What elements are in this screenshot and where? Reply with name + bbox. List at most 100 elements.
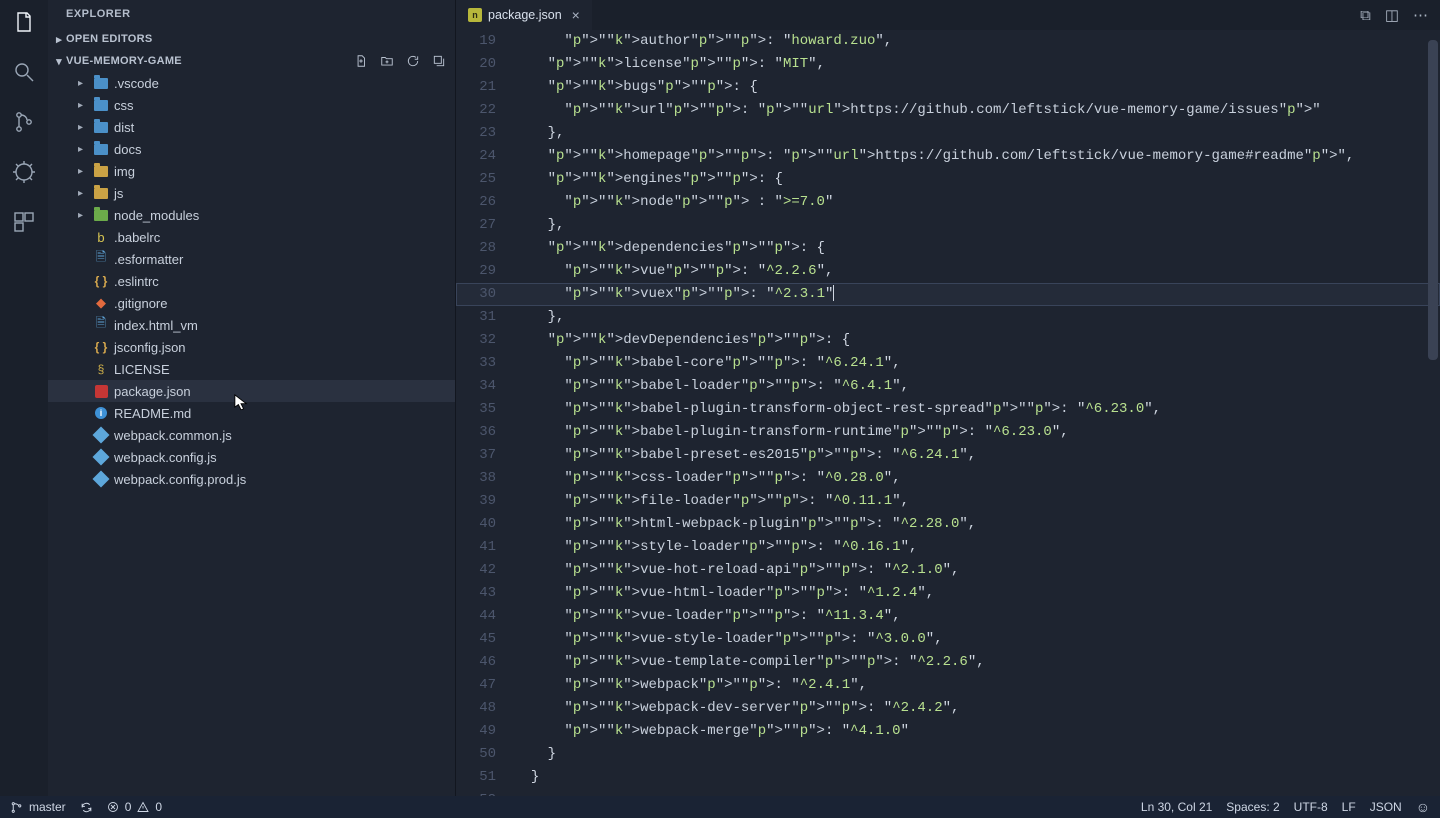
code-line[interactable]: 30 "p">""k">vuex"p">""p">: "^2.3.1" [456,283,1440,306]
problems[interactable]: 0 0 [107,800,162,814]
code-text: "p">""k">homepage"p">""p">: "p">""url">h… [514,145,1440,168]
tab-package-json[interactable]: n package.json × [456,0,592,30]
collapse-all-icon[interactable] [431,53,447,69]
code-line[interactable]: 27 }, [456,214,1440,237]
code-text: "p">""k">file-loader"p">""p">: "^0.11.1"… [514,490,1440,513]
minimap[interactable] [1424,30,1438,796]
code-line[interactable]: 22 "p">""k">url"p">""p">: "p">""url">htt… [456,99,1440,122]
line-number: 48 [456,697,514,720]
line-number: 31 [456,306,514,329]
refresh-icon[interactable] [405,53,421,69]
code-text: } [514,743,1440,766]
code-line[interactable]: 45 "p">""k">vue-style-loader"p">""p">: "… [456,628,1440,651]
indent[interactable]: Spaces: 2 [1226,800,1279,814]
json-icon: { } [92,340,110,354]
close-tab-icon[interactable]: × [572,7,580,23]
code-line[interactable]: 44 "p">""k">vue-loader"p">""p">: "^11.3.… [456,605,1440,628]
line-number: 41 [456,536,514,559]
line-number: 46 [456,651,514,674]
split-editor-icon[interactable]: ◫ [1385,6,1399,24]
folder-row[interactable]: ▸docs [48,138,455,160]
explorer-icon[interactable] [10,8,38,36]
code-line[interactable]: 47 "p">""k">webpack"p">""p">: "^2.4.1", [456,674,1440,697]
code-line[interactable]: 37 "p">""k">babel-preset-es2015"p">""p">… [456,444,1440,467]
code-line[interactable]: 21 "p">""k">bugs"p">""p">: { [456,76,1440,99]
code-line[interactable]: 49 "p">""k">webpack-merge"p">""p">: "^4.… [456,720,1440,743]
file-row[interactable]: 🗎.esformatter [48,248,455,270]
minimap-thumb[interactable] [1428,40,1438,360]
code-line[interactable]: 26 "p">""k">node"p">""p"> : ">=7.0" [456,191,1440,214]
code-line[interactable]: 39 "p">""k">file-loader"p">""p">: "^0.11… [456,490,1440,513]
file-row[interactable]: b.babelrc [48,226,455,248]
code-line[interactable]: 25 "p">""k">engines"p">""p">: { [456,168,1440,191]
code-line[interactable]: 35 "p">""k">babel-plugin-transform-objec… [456,398,1440,421]
folder-row[interactable]: ▸img [48,160,455,182]
code-line[interactable]: 28 "p">""k">dependencies"p">""p">: { [456,237,1440,260]
code-line[interactable]: 41 "p">""k">style-loader"p">""p">: "^0.1… [456,536,1440,559]
file-row[interactable]: webpack.config.js [48,446,455,468]
code-line[interactable]: 33 "p">""k">babel-core"p">""p">: "^6.24.… [456,352,1440,375]
code-line[interactable]: 36 "p">""k">babel-plugin-transform-runti… [456,421,1440,444]
search-icon[interactable] [10,58,38,86]
new-file-icon[interactable] [353,53,369,69]
line-number: 30 [456,283,514,306]
project-panel[interactable]: ▾VUE-MEMORY-GAME [48,50,455,72]
chevron-right-icon: ▸ [78,100,92,111]
language-mode[interactable]: JSON [1370,800,1402,814]
line-number: 21 [456,76,514,99]
git-branch[interactable]: master [10,800,66,814]
code-line[interactable]: 32 "p">""k">devDependencies"p">""p">: { [456,329,1440,352]
folder-row[interactable]: ▸node_modules [48,204,455,226]
file-row[interactable]: { }.eslintrc [48,270,455,292]
file-row[interactable]: package.json [48,380,455,402]
sync-icon[interactable] [80,801,93,814]
code-line[interactable]: 50 } [456,743,1440,766]
code-line[interactable]: 24 "p">""k">homepage"p">""p">: "p">""url… [456,145,1440,168]
feedback-icon[interactable]: ☺ [1416,799,1430,815]
code-line[interactable]: 23 }, [456,122,1440,145]
line-number: 44 [456,605,514,628]
code-text: "p">""k">vue-hot-reload-api"p">""p">: "^… [514,559,1440,582]
code-line[interactable]: 42 "p">""k">vue-hot-reload-api"p">""p">:… [456,559,1440,582]
file-row[interactable]: 🗎index.html_vm [48,314,455,336]
code-line[interactable]: 48 "p">""k">webpack-dev-server"p">""p">:… [456,697,1440,720]
file-row[interactable]: webpack.config.prod.js [48,468,455,490]
code-line[interactable]: 52 [456,789,1440,796]
code-line[interactable]: 46 "p">""k">vue-template-compiler"p">""p… [456,651,1440,674]
editor-scroll[interactable]: 19 "p">""k">author"p">""p">: "howard.zuo… [456,30,1440,796]
code-line[interactable]: 29 "p">""k">vue"p">""p">: "^2.2.6", [456,260,1440,283]
file-row[interactable]: §LICENSE [48,358,455,380]
file-row[interactable]: { }jsconfig.json [48,336,455,358]
file-icon: 🗎 [92,248,110,270]
folder-row[interactable]: ▸.vscode [48,72,455,94]
more-actions-icon[interactable]: ⋯ [1413,6,1428,24]
source-control-icon[interactable] [10,108,38,136]
debug-icon[interactable] [10,158,38,186]
folder-row[interactable]: ▸css [48,94,455,116]
cursor-position[interactable]: Ln 30, Col 21 [1141,800,1212,814]
file-row[interactable]: webpack.common.js [48,424,455,446]
code-line[interactable]: 20 "p">""k">license"p">""p">: "MIT", [456,53,1440,76]
compare-icon[interactable]: ⧉ [1360,7,1371,24]
extensions-icon[interactable] [10,208,38,236]
file-row[interactable]: iREADME.md [48,402,455,424]
code-line[interactable]: 51 } [456,766,1440,789]
code-line[interactable]: 38 "p">""k">css-loader"p">""p">: "^0.28.… [456,467,1440,490]
npm-icon [92,385,110,398]
code-line[interactable]: 40 "p">""k">html-webpack-plugin"p">""p">… [456,513,1440,536]
folder-row[interactable]: ▸dist [48,116,455,138]
eol[interactable]: LF [1342,800,1356,814]
code-line[interactable]: 43 "p">""k">vue-html-loader"p">""p">: "^… [456,582,1440,605]
folder-row[interactable]: ▸js [48,182,455,204]
folder-icon [92,144,110,155]
file-row[interactable]: ◆.gitignore [48,292,455,314]
code-line[interactable]: 19 "p">""k">author"p">""p">: "howard.zuo… [456,30,1440,53]
open-editors-panel[interactable]: ▸OPEN EDITORS [48,28,455,50]
chevron-right-icon: ▸ [78,166,92,177]
code-text: "p">""k">babel-core"p">""p">: "^6.24.1", [514,352,1440,375]
code-line[interactable]: 34 "p">""k">babel-loader"p">""p">: "^6.4… [456,375,1440,398]
code-line[interactable]: 31 }, [456,306,1440,329]
code-text: "p">""k">webpack-dev-server"p">""p">: "^… [514,697,1440,720]
new-folder-icon[interactable] [379,53,395,69]
encoding[interactable]: UTF-8 [1294,800,1328,814]
